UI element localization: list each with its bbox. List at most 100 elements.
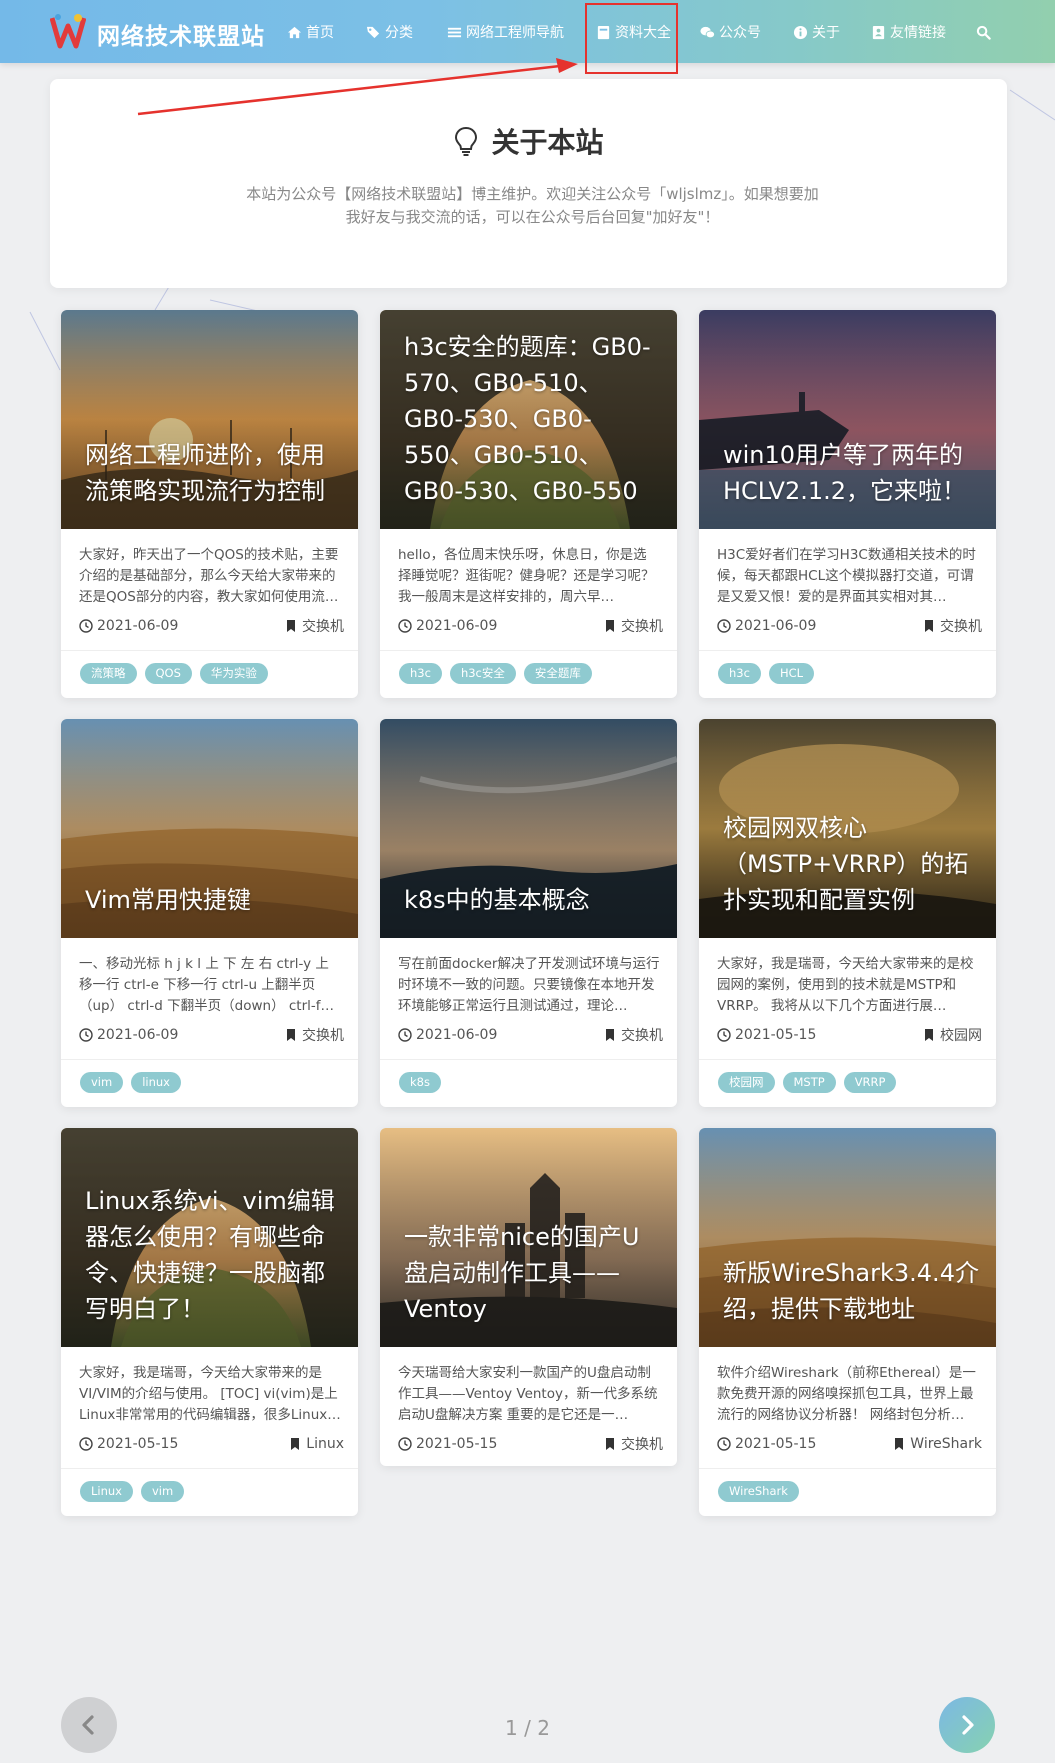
nav-engineer-guide[interactable]: 网络工程师导航 (447, 22, 564, 42)
site-logo-icon[interactable] (50, 12, 86, 50)
tag-chip[interactable]: 流策略 (80, 663, 137, 684)
tag-chip[interactable]: WireShark (718, 1481, 799, 1502)
post-excerpt: 一、移动光标 h j k l 上 下 左 右 ctrl-y 上移一行 ctrl-… (79, 956, 329, 1014)
tag-chip[interactable]: vim (141, 1481, 185, 1502)
post-date: 2021-05-15 (398, 1436, 497, 1452)
post-title[interactable]: h3c安全的题库：GB0-570、GB0-510、GB0-530、GB0-550… (404, 329, 661, 509)
post-category[interactable]: 交换机 (603, 1025, 663, 1045)
post-cover-image[interactable]: 校园网双核心（MSTP+VRRP）的拓扑实现和配置实例 (699, 719, 996, 938)
post-excerpt: 大家好，我是瑞哥，今天给大家带来的是校园网的案例，使用到的技术就是MSTP和VR… (717, 956, 974, 1014)
post-category[interactable]: 交换机 (922, 616, 982, 636)
post-meta: 2021-05-15 交换机 (398, 1434, 663, 1454)
home-icon (287, 26, 302, 38)
lightbulb-icon (455, 126, 478, 156)
post-cover-image[interactable]: 一款非常nice的国产U盘启动制作工具——Ventoy (380, 1128, 677, 1347)
post-category[interactable]: WireShark (892, 1436, 982, 1452)
post-tags: vim linux (61, 1059, 358, 1107)
post-date: 2021-05-15 (717, 1027, 816, 1043)
post-card[interactable]: 校园网双核心（MSTP+VRRP）的拓扑实现和配置实例大家好，我是瑞哥，今天给大… (699, 719, 996, 1107)
post-cover-image[interactable]: Linux系统vi、vim编辑器怎么使用？有哪些命令、快捷键？一股脑都写明白了！ (61, 1128, 358, 1347)
post-title[interactable]: Vim常用快捷键 (85, 882, 342, 918)
top-navbar: 网络技术联盟站 首页 分类 网络工程师导航 资料大全 公众号 关于 友情链接 (0, 0, 1055, 63)
resources-highlight-box (585, 3, 678, 74)
nav-wechat[interactable]: 公众号 (700, 22, 761, 42)
nav-home[interactable]: 首页 (287, 22, 334, 42)
post-category[interactable]: 交换机 (284, 1025, 344, 1045)
post-category[interactable]: 交换机 (284, 616, 344, 636)
nav-friend-links-label: 友情链接 (890, 25, 946, 41)
post-title[interactable]: Linux系统vi、vim编辑器怎么使用？有哪些命令、快捷键？一股脑都写明白了！ (85, 1183, 342, 1327)
nav-search-button[interactable] (976, 22, 991, 42)
post-date-text: 2021-05-15 (735, 1027, 817, 1043)
search-icon (976, 25, 991, 40)
site-title[interactable]: 网络技术联盟站 (97, 17, 265, 51)
clock-icon (79, 619, 93, 633)
tag-chip[interactable]: linux (131, 1072, 181, 1093)
bookmark-icon (606, 1029, 614, 1041)
post-date-text: 2021-06-09 (97, 618, 179, 634)
post-card[interactable]: win10用户等了两年的HCLV2.1.2，它来啦！ H3C爱好者们在学习H3C数… (699, 310, 996, 698)
tag-chip[interactable]: Linux (80, 1481, 133, 1502)
nav-engineer-guide-label: 网络工程师导航 (466, 25, 564, 41)
post-category[interactable]: 交换机 (603, 1434, 663, 1454)
post-cover-image[interactable]: Vim常用快捷键 (61, 719, 358, 938)
post-cover-image[interactable]: h3c安全的题库：GB0-570、GB0-510、GB0-530、GB0-550… (380, 310, 677, 529)
tag-chip[interactable]: MSTP (782, 1072, 836, 1093)
post-category[interactable]: 交换机 (603, 616, 663, 636)
post-category-text: 交换机 (302, 619, 344, 635)
post-date-text: 2021-05-15 (97, 1436, 179, 1452)
post-category[interactable]: Linux (288, 1436, 344, 1452)
tag-chip[interactable]: vim (80, 1072, 124, 1093)
post-card[interactable]: h3c安全的题库：GB0-570、GB0-510、GB0-530、GB0-550… (380, 310, 677, 698)
post-card[interactable]: 网络工程师进阶，使用流策略实现流行为控制 大家好，昨天出了一个QOS的技术贴，主要… (61, 310, 358, 698)
post-excerpt: H3C爱好者们在学习H3C数通相关技术的时候，每天都跟HCL这个模拟器打交道，可… (717, 547, 976, 605)
bookmark-icon (287, 620, 295, 632)
tag-chip[interactable]: h3c (718, 663, 761, 684)
post-card[interactable]: 新版WireShark3.4.4介绍，提供下载地址软件介绍Wireshark（前… (699, 1128, 996, 1516)
tag-chip[interactable]: 华为实验 (199, 663, 268, 684)
nav-categories[interactable]: 分类 (366, 22, 413, 42)
post-cover-image[interactable]: k8s中的基本概念 (380, 719, 677, 938)
tag-chip[interactable]: VRRP (843, 1072, 897, 1093)
clock-icon (717, 1437, 731, 1451)
post-tags: WireShark (699, 1468, 996, 1516)
nav-friend-links[interactable]: 友情链接 (871, 22, 946, 42)
post-cover-image[interactable]: 网络工程师进阶，使用流策略实现流行为控制 (61, 310, 358, 529)
tag-chip[interactable]: h3c (399, 663, 442, 684)
next-page-button[interactable] (939, 1697, 995, 1753)
nav-categories-label: 分类 (385, 25, 413, 41)
post-card[interactable]: 一款非常nice的国产U盘启动制作工具——Ventoy 今天瑞哥给大家安利一款国产… (380, 1128, 677, 1466)
post-title[interactable]: k8s中的基本概念 (404, 882, 661, 918)
post-excerpt: 今天瑞哥给大家安利一款国产的U盘启动制作工具——Ventoy Ventoy，新一… (398, 1365, 658, 1423)
tag-chip[interactable]: 校园网 (718, 1072, 775, 1093)
bookmark-icon (925, 620, 933, 632)
tag-chip[interactable]: QOS (144, 663, 192, 684)
post-category-text: 校园网 (940, 1028, 982, 1044)
post-cover-image[interactable]: 新版WireShark3.4.4介绍，提供下载地址 (699, 1128, 996, 1347)
post-category[interactable]: 校园网 (922, 1025, 982, 1045)
nav-about[interactable]: 关于 (793, 22, 840, 42)
post-title[interactable]: win10用户等了两年的HCLV2.1.2，它来啦！ (723, 437, 980, 509)
post-title[interactable]: 一款非常nice的国产U盘启动制作工具——Ventoy (404, 1219, 661, 1327)
post-category-text: Linux (306, 1436, 344, 1452)
tag-chip[interactable]: 安全题库 (523, 663, 592, 684)
tag-chip[interactable]: HCL (768, 663, 815, 684)
post-cover-image[interactable]: win10用户等了两年的HCLV2.1.2，它来啦！ (699, 310, 996, 529)
post-title[interactable]: 新版WireShark3.4.4介绍，提供下载地址 (723, 1255, 980, 1327)
post-date: 2021-05-15 (79, 1436, 178, 1452)
tag-chip[interactable]: k8s (399, 1072, 441, 1093)
post-excerpt: 软件介绍Wireshark（前称Ethereal）是一款免费开源的网络嗅探抓包工… (717, 1365, 976, 1423)
post-card[interactable]: k8s中的基本概念 写在前面docker解决了开发测试环境与运行时环境不一致的问题… (380, 719, 677, 1107)
tag-chip[interactable]: h3c安全 (449, 663, 516, 684)
post-card[interactable]: Linux系统vi、vim编辑器怎么使用？有哪些命令、快捷键？一股脑都写明白了！… (61, 1128, 358, 1516)
about-description: 本站为公众号【网络技术联盟站】博主维护。欢迎关注公众号「wljslmz」。如果想… (246, 185, 819, 226)
post-card[interactable]: Vim常用快捷键一、移动光标 h j k l 上 下 左 右 ctrl-y 上移… (61, 719, 358, 1107)
post-title[interactable]: 校园网双核心（MSTP+VRRP）的拓扑实现和配置实例 (723, 810, 980, 918)
post-date: 2021-06-09 (79, 1027, 178, 1043)
nav-home-label: 首页 (306, 25, 334, 41)
address-book-icon (872, 25, 885, 39)
post-excerpt: hello，各位周末快乐呀，休息日，你是选择睡觉呢？逛街呢？健身呢？还是学习呢？… (398, 547, 655, 605)
post-tags: k8s (380, 1059, 677, 1107)
clock-icon (398, 1437, 412, 1451)
post-title[interactable]: 网络工程师进阶，使用流策略实现流行为控制 (85, 437, 342, 509)
